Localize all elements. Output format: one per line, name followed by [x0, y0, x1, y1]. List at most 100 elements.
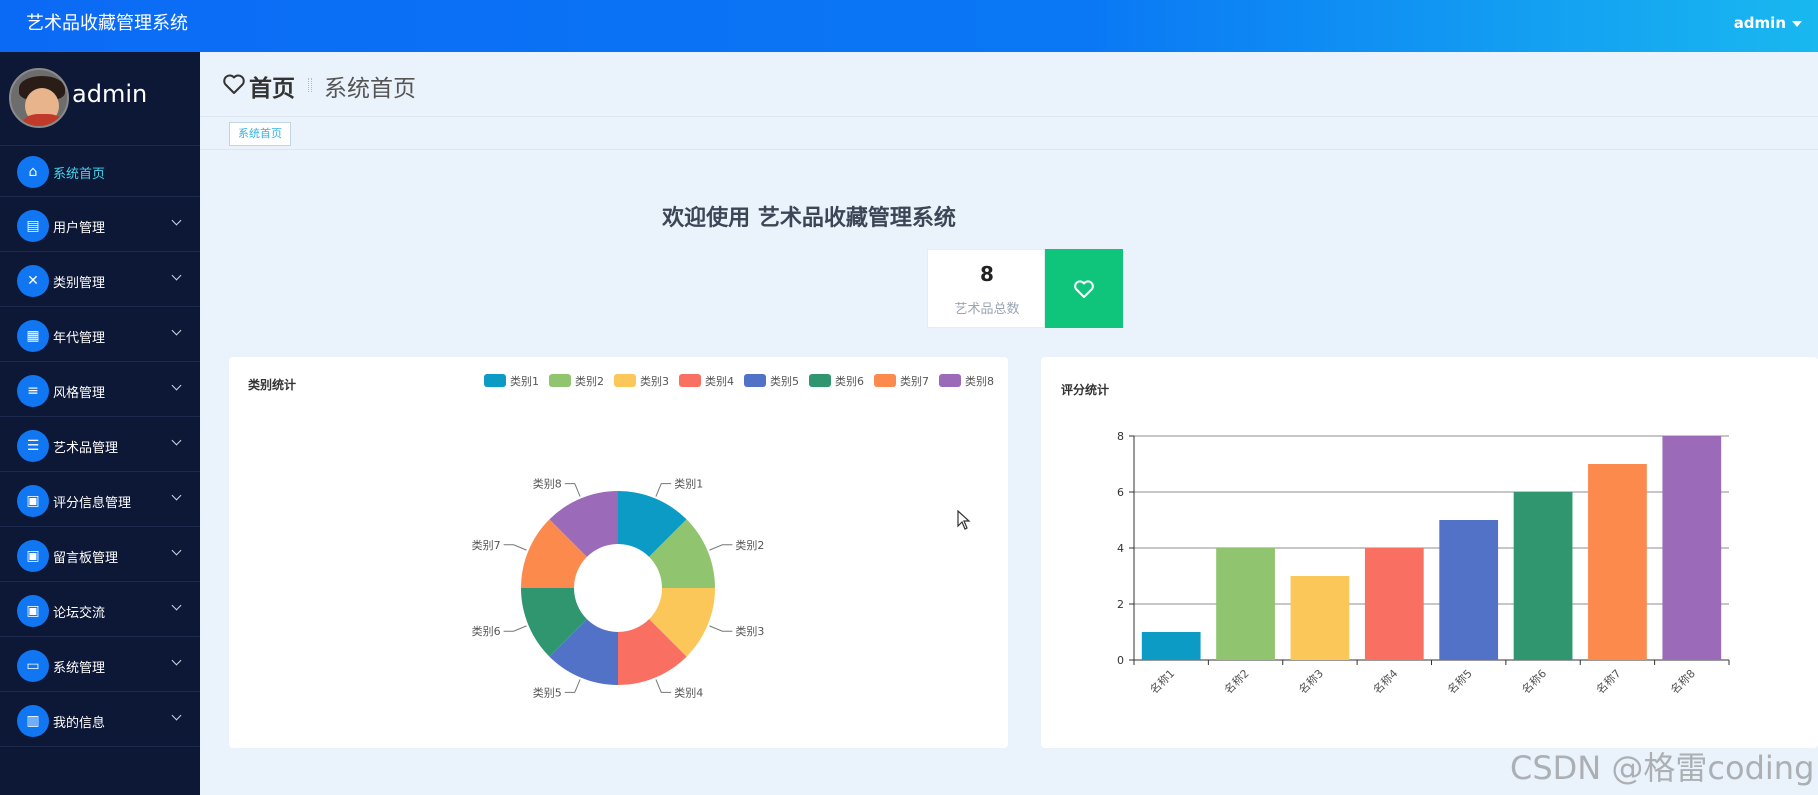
- sidebar-menu: ⌂ 系统首页 ▤ 用户管理 ✕ 类别管理 ▦ 年代管理 ≡ 风格管理 ☰ 艺术品管理 ▣ 评分信息管理 ▣ 留…: [0, 146, 200, 747]
- label-line: [709, 544, 733, 551]
- bar[interactable]: [1662, 436, 1722, 660]
- bar[interactable]: [1513, 492, 1573, 660]
- breadcrumb-separator: [308, 78, 312, 92]
- sidebar-item-label: 用户管理: [53, 221, 106, 236]
- mouse-cursor-icon: [957, 510, 971, 530]
- label-line: [564, 679, 581, 693]
- chevron-down-icon: [171, 710, 182, 721]
- tags-bar: 系统首页: [200, 118, 1818, 150]
- monitor-icon: ▭: [17, 650, 49, 682]
- chevron-down-icon: [171, 600, 182, 611]
- heart-icon: [1074, 279, 1094, 298]
- y-tick-label: 2: [1117, 598, 1124, 611]
- tag-home[interactable]: 系统首页: [229, 122, 291, 146]
- bar[interactable]: [1439, 520, 1499, 660]
- sidebar-item-label: 系统首页: [53, 167, 106, 182]
- x-tick-label: 名称3: [1296, 666, 1326, 696]
- chart-icon: ▤: [17, 210, 49, 242]
- sidebar-item-3[interactable]: ✕ 类别管理: [0, 252, 200, 307]
- bar[interactable]: [1364, 548, 1424, 660]
- x-tick-label: 名称5: [1444, 666, 1474, 696]
- sidebar-profile: admin: [0, 52, 200, 146]
- bar[interactable]: [1141, 632, 1201, 660]
- chevron-down-icon: [171, 545, 182, 556]
- sidebar-item-6[interactable]: ☰ 艺术品管理: [0, 417, 200, 472]
- stat-card-total-artworks: 8 艺术品总数: [927, 249, 1123, 328]
- sidebar-item-label: 留言板管理: [53, 551, 119, 566]
- stat-card-body: 8 艺术品总数: [927, 249, 1045, 328]
- sidebar-item-7[interactable]: ▣ 评分信息管理: [0, 472, 200, 527]
- sliders-icon: ≡: [17, 375, 49, 407]
- slice-label: 类别1: [674, 477, 703, 491]
- user-menu[interactable]: admin: [1734, 0, 1802, 46]
- sidebar-item-label: 艺术品管理: [53, 441, 119, 456]
- bar[interactable]: [1588, 464, 1647, 660]
- apps-icon: ▣: [17, 595, 49, 627]
- y-tick-label: 4: [1117, 542, 1124, 555]
- label-line: [655, 679, 672, 693]
- list-icon: ☰: [17, 430, 49, 462]
- category-stats-panel: 类别统计 类别1 类别2 类别3 类别4 类别5 类别6 类别7 类别8 类别1 类别2 类别3 类…: [229, 357, 1008, 748]
- rating-stats-panel: 评分统计 0 2 4 6 8 名称1 名称2 名称3 名称4 名称5 名称6 名称7 名称8: [1041, 357, 1818, 748]
- bar-chart: 0 2 4 6 8 名称1 名称2 名称3 名称4 名称5 名称6 名称7 名称8: [1117, 430, 1730, 697]
- label-line: [709, 625, 733, 632]
- chevron-down-icon: [171, 490, 182, 501]
- sidebar: admin ⌂ 系统首页 ▤ 用户管理 ✕ 类别管理 ▦ 年代管理 ≡ 风格管理 ☰ 艺术品管理 ▣ 评分…: [0, 52, 200, 795]
- label-line: [503, 544, 527, 551]
- apps-icon: ▣: [17, 540, 49, 572]
- top-bar: 艺术品收藏管理系统 admin: [0, 0, 1818, 52]
- x-tick-label: 名称1: [1147, 666, 1177, 696]
- label-line: [503, 625, 527, 632]
- donut-chart: 类别1 类别2 类别3 类别4 类别5 类别6 类别7 类别8: [472, 477, 765, 700]
- clipboard-icon: ✕: [17, 265, 49, 297]
- stat-label: 艺术品总数: [954, 302, 1020, 317]
- x-tick-label: 名称4: [1370, 666, 1400, 696]
- chevron-down-icon: [171, 380, 182, 391]
- app-title: 艺术品收藏管理系统: [26, 13, 188, 34]
- x-tick-label: 名称7: [1593, 666, 1623, 696]
- sidebar-item-10[interactable]: ▭ 系统管理: [0, 637, 200, 692]
- slice-label: 类别8: [533, 477, 562, 491]
- sidebar-item-2[interactable]: ▤ 用户管理: [0, 197, 200, 252]
- page-header: 首页 系统首页: [200, 52, 1818, 117]
- x-tick-label: 名称6: [1519, 666, 1549, 696]
- y-tick-label: 8: [1117, 430, 1124, 443]
- stat-value: 8: [980, 262, 994, 286]
- home-icon: ⌂: [17, 156, 49, 188]
- page-subtitle: 系统首页: [324, 76, 416, 102]
- sidebar-item-5[interactable]: ≡ 风格管理: [0, 362, 200, 417]
- sidebar-item-4[interactable]: ▦ 年代管理: [0, 307, 200, 362]
- sidebar-item-label: 风格管理: [53, 386, 106, 401]
- avatar: [9, 68, 69, 128]
- chevron-down-icon: [171, 435, 182, 446]
- sidebar-item-11[interactable]: ▥ 我的信息: [0, 692, 200, 747]
- sidebar-item-1[interactable]: ⌂ 系统首页: [0, 146, 200, 197]
- heart-outline-icon: [223, 74, 245, 94]
- sidebar-item-8[interactable]: ▣ 留言板管理: [0, 527, 200, 582]
- page-title: 首页: [249, 76, 295, 102]
- bar[interactable]: [1216, 548, 1275, 660]
- bar[interactable]: [1290, 576, 1350, 660]
- slice-label: 类别5: [533, 685, 562, 699]
- grid-icon: ▦: [17, 320, 49, 352]
- x-tick-label: 名称8: [1668, 666, 1698, 696]
- chevron-down-icon: [171, 215, 182, 226]
- sidebar-item-label: 论坛交流: [53, 606, 106, 621]
- slice-label: 类别2: [735, 538, 764, 552]
- card-icon: ▥: [17, 705, 49, 737]
- apps-icon: ▣: [17, 485, 49, 517]
- caret-down-icon: [1792, 20, 1802, 27]
- x-tick-label: 名称2: [1221, 666, 1251, 696]
- sidebar-item-label: 我的信息: [53, 716, 106, 731]
- user-menu-label: admin: [1733, 14, 1786, 32]
- slice-label: 类别7: [472, 538, 501, 552]
- welcome-heading: 欢迎使用 艺术品收藏管理系统: [662, 206, 956, 231]
- stat-icon-box: [1045, 249, 1123, 328]
- sidebar-item-9[interactable]: ▣ 论坛交流: [0, 582, 200, 637]
- slice-label: 类别3: [735, 624, 764, 638]
- slice-label: 类别6: [472, 624, 501, 638]
- chevron-down-icon: [171, 270, 182, 281]
- sidebar-item-label: 类别管理: [53, 276, 106, 291]
- chevron-down-icon: [171, 325, 182, 336]
- y-tick-label: 0: [1117, 654, 1124, 667]
